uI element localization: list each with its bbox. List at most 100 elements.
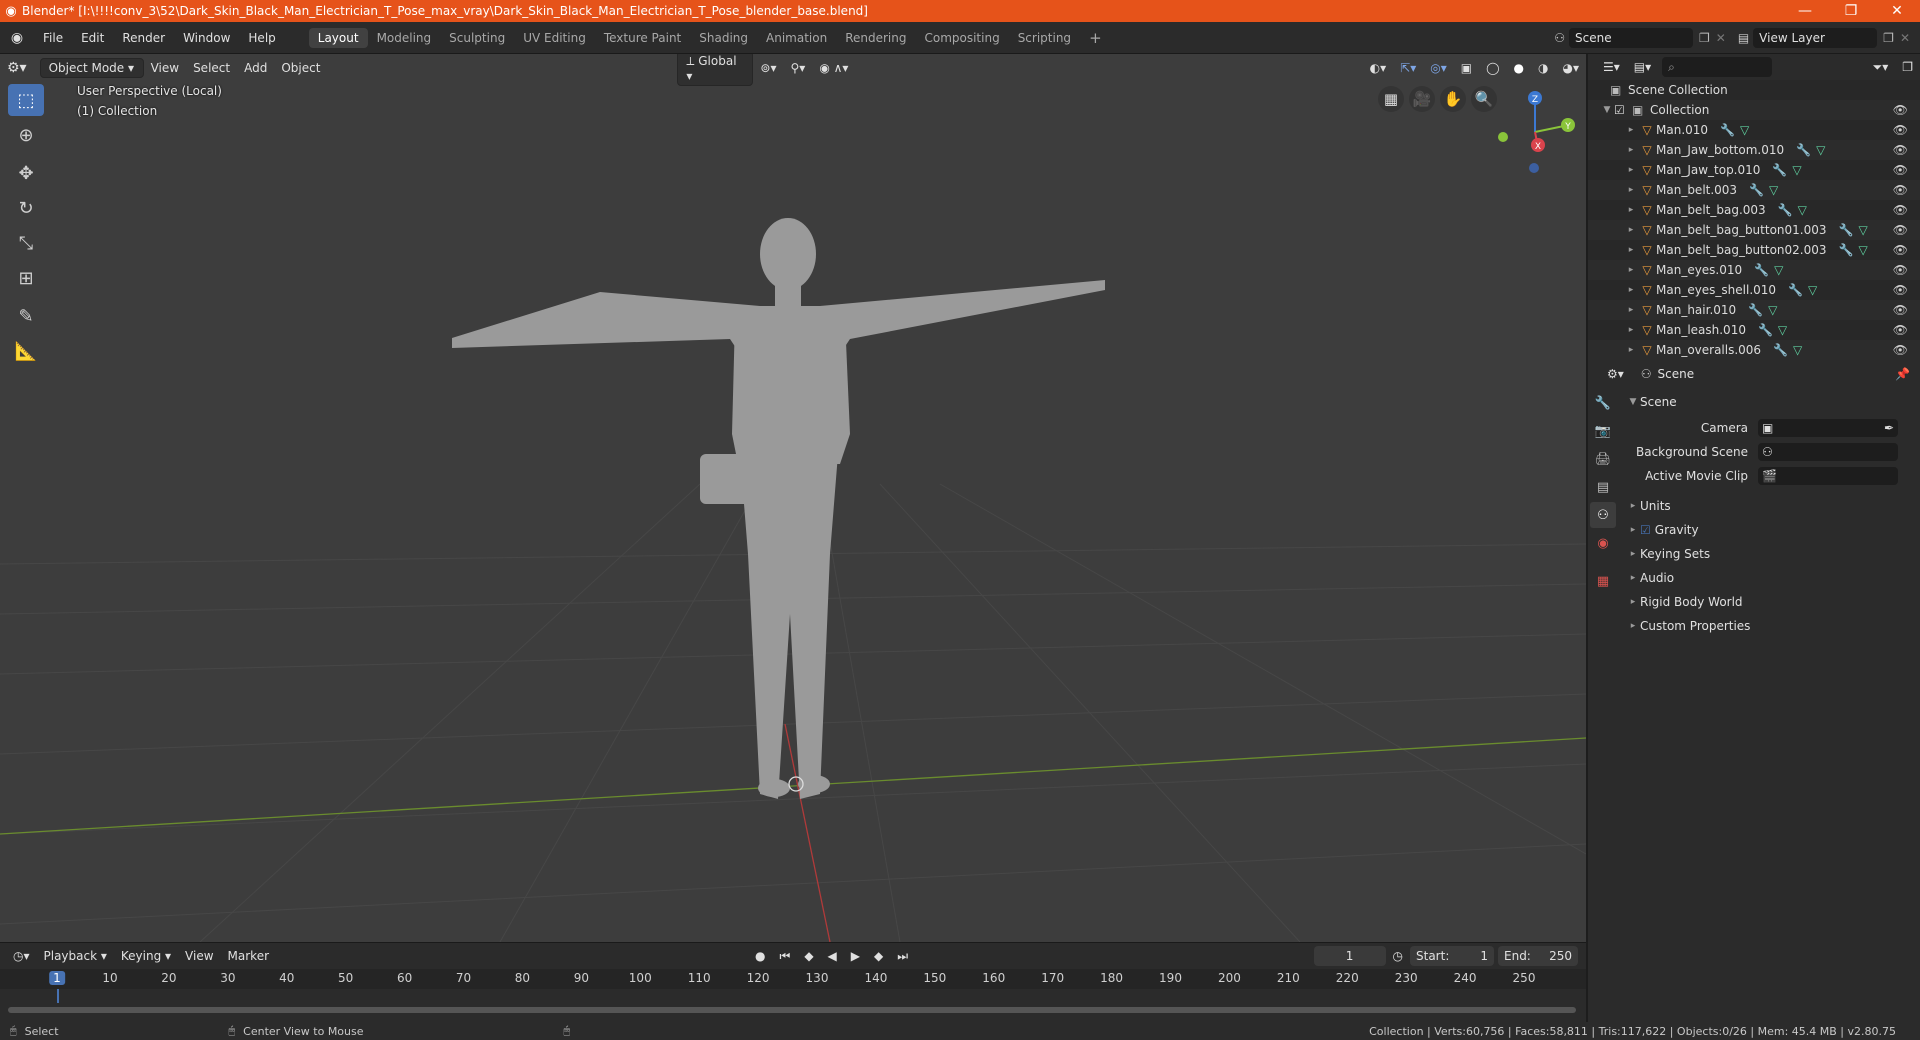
blender-menu-icon[interactable]: ◉ (0, 30, 34, 46)
xray-icon[interactable]: ▣ (1454, 58, 1479, 78)
tab-layout[interactable]: Layout (308, 27, 368, 48)
pivot-icon[interactable]: ⊚▾ (753, 58, 783, 78)
tab-rendering[interactable]: Rendering (836, 28, 915, 48)
tab-uv-editing[interactable]: UV Editing (514, 28, 595, 48)
visibility-icon[interactable]: ◐▾ (1363, 58, 1394, 78)
gizmo-toggle-icon[interactable]: ⇱▾ (1393, 58, 1423, 78)
jump-end-icon[interactable]: ⏭ (890, 946, 915, 967)
expand-subpanel-icon[interactable]: ▸ (1626, 549, 1640, 559)
measure-tool-icon[interactable]: 📐 (8, 335, 44, 367)
eye-icon[interactable]: 👁 (1893, 223, 1908, 237)
mesh-data-icon[interactable]: ▽ (1858, 223, 1867, 237)
mesh-data-icon[interactable]: ▽ (1798, 203, 1807, 217)
menu-keying[interactable]: Keying ▾ (114, 946, 178, 966)
modifier-icon[interactable]: 🔧 (1839, 243, 1854, 257)
delete-scene-icon[interactable]: ✕ (1716, 31, 1726, 45)
tab-shading[interactable]: Shading (690, 28, 757, 48)
move-tool-icon[interactable]: ✥ (8, 157, 44, 189)
expand-collection-icon[interactable]: ▼ (1600, 105, 1614, 115)
play-reverse-icon[interactable]: ◀ (821, 946, 844, 966)
outliner-item[interactable]: ▸ ▽ Man_belt_bag_button01.003 🔧 ▽ 👁 (1588, 220, 1920, 240)
eyedropper-icon[interactable]: ✒ (1884, 421, 1894, 435)
outliner-search-input[interactable]: ⌕ (1662, 57, 1773, 77)
material-shading-icon[interactable]: ◑ (1531, 58, 1555, 78)
eye-icon[interactable]: 👁 (1893, 283, 1908, 297)
menu-help[interactable]: Help (239, 31, 284, 45)
grid-view-icon[interactable]: ▦ (1378, 86, 1404, 112)
menu-playback[interactable]: Playback ▾ (37, 946, 114, 966)
expand-item-icon[interactable]: ▸ (1624, 225, 1638, 235)
modifier-icon[interactable]: 🔧 (1754, 263, 1769, 277)
camera-view-icon[interactable]: 🎥 (1409, 86, 1435, 112)
proportional-edit-icon[interactable]: ◉ ∧▾ (812, 58, 855, 78)
mesh-data-icon[interactable]: ▽ (1740, 123, 1749, 137)
subpanel-header[interactable]: ▸ Rigid Body World (1622, 590, 1918, 614)
collection-row[interactable]: ▼ ☑ ▣ Collection 👁 (1588, 100, 1920, 120)
eye-icon[interactable]: 👁 (1893, 323, 1908, 337)
scene-panel-header[interactable]: ▼ Scene (1622, 390, 1918, 414)
expand-item-icon[interactable]: ▸ (1624, 285, 1638, 295)
menu-timeline-view[interactable]: View (178, 946, 220, 966)
start-frame-field[interactable]: Start: 1 (1410, 946, 1494, 966)
mesh-data-icon[interactable]: ▽ (1778, 323, 1787, 337)
view-layer-icon[interactable]: ▤ (1738, 31, 1749, 45)
delete-view-layer-icon[interactable]: ✕ (1900, 31, 1910, 45)
gravity-checkbox[interactable]: ☑ (1640, 523, 1651, 537)
background-scene-field[interactable]: ⚇ (1758, 443, 1898, 461)
menu-add[interactable]: Add (237, 58, 274, 78)
modifier-icon[interactable]: 🔧 (1788, 283, 1803, 297)
minimize-icon[interactable]: — (1782, 3, 1828, 19)
expand-subpanel-icon[interactable]: ▸ (1626, 621, 1640, 631)
wireframe-shading-icon[interactable]: ◯ (1479, 58, 1506, 78)
expand-item-icon[interactable]: ▸ (1624, 265, 1638, 275)
output-tab-icon[interactable]: 🖨 (1590, 446, 1616, 472)
outliner-item[interactable]: ▸ ▽ Man_overalls.006 🔧 ▽ 👁 (1588, 340, 1920, 360)
current-frame-field[interactable]: 1 (1313, 946, 1386, 966)
expand-item-icon[interactable]: ▸ (1624, 165, 1638, 175)
auto-keying-icon[interactable]: ◷ (1386, 946, 1410, 966)
camera-field[interactable]: ▣ ✒ (1758, 419, 1898, 437)
expand-subpanel-icon[interactable]: ▸ (1626, 573, 1640, 583)
menu-edit[interactable]: Edit (72, 31, 113, 45)
timeline-scrollbar[interactable] (8, 1007, 1576, 1013)
restore-icon[interactable]: ❐ (1828, 3, 1874, 19)
outliner-item[interactable]: ▸ ▽ Man_belt_bag.003 🔧 ▽ 👁 (1588, 200, 1920, 220)
expand-item-icon[interactable]: ▸ (1624, 185, 1638, 195)
modifier-icon[interactable]: 🔧 (1839, 223, 1854, 237)
modifier-icon[interactable]: 🔧 (1778, 203, 1793, 217)
tool-tab-icon[interactable]: 🔧 (1590, 390, 1616, 416)
mesh-data-icon[interactable]: ▽ (1769, 183, 1778, 197)
scale-tool-icon[interactable]: ⤡ (8, 227, 44, 259)
eye-icon[interactable]: 👁 (1893, 303, 1908, 317)
eye-icon[interactable]: 👁 (1893, 203, 1908, 217)
new-collection-icon[interactable]: ❐ (1895, 57, 1920, 77)
tab-sculpting[interactable]: Sculpting (440, 28, 514, 48)
subpanel-header[interactable]: ▸ Units (1622, 494, 1918, 518)
expand-subpanel-icon[interactable]: ▸ (1626, 525, 1640, 535)
timeline-track-area[interactable] (0, 989, 1586, 1019)
tab-modeling[interactable]: Modeling (368, 28, 441, 48)
modifier-icon[interactable]: 🔧 (1796, 143, 1811, 157)
pan-hand-icon[interactable]: ✋ (1440, 86, 1466, 112)
next-keyframe-icon[interactable]: ◆ (867, 946, 890, 966)
select-box-icon[interactable]: ⬚ (8, 84, 44, 116)
3d-viewport[interactable]: ⚙▾ Object Mode ▾ View Select Add Object … (0, 54, 1586, 942)
eye-icon[interactable]: 👁 (1893, 163, 1908, 177)
snap-icon[interactable]: ⚲▾ (784, 58, 813, 78)
menu-marker[interactable]: Marker (221, 946, 276, 966)
mesh-data-icon[interactable]: ▽ (1774, 263, 1783, 277)
cursor-tool-icon[interactable]: ⊕ (8, 119, 44, 151)
menu-object[interactable]: Object (274, 58, 327, 78)
view-layer-tab-icon[interactable]: ▤ (1590, 474, 1616, 500)
outliner-item[interactable]: ▸ ▽ Man_Jaw_bottom.010 🔧 ▽ 👁 (1588, 140, 1920, 160)
view-layer-field[interactable]: View Layer (1753, 27, 1878, 48)
subpanel-header[interactable]: ▸ ☑ Gravity (1622, 518, 1918, 542)
outliner-item[interactable]: ▸ ▽ Man_leash.010 🔧 ▽ 👁 (1588, 320, 1920, 340)
outliner-item[interactable]: ▸ ▽ Man_belt.003 🔧 ▽ 👁 (1588, 180, 1920, 200)
scene-field[interactable]: Scene (1569, 27, 1693, 48)
modifier-icon[interactable]: 🔧 (1758, 323, 1773, 337)
subpanel-header[interactable]: ▸ Custom Properties (1622, 614, 1918, 638)
mesh-data-icon[interactable]: ▽ (1768, 303, 1777, 317)
menu-file[interactable]: File (34, 31, 72, 45)
play-icon[interactable]: ▶ (844, 946, 867, 966)
